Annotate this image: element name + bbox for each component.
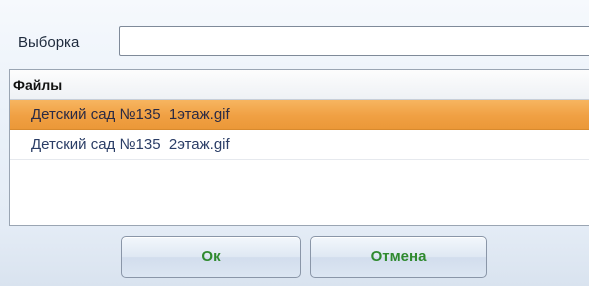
files-header: Файлы <box>10 70 589 100</box>
cancel-button[interactable]: Отмена <box>310 236 487 278</box>
file-selection-dialog: Выборка Файлы Детский сад №135 1этаж.gif… <box>0 0 589 286</box>
filter-input[interactable] <box>119 26 589 56</box>
filter-label: Выборка <box>18 34 80 51</box>
ok-button[interactable]: Ок <box>121 236 301 278</box>
file-row-1[interactable]: Детский сад №135 1этаж.gif <box>10 100 589 130</box>
buttons-bar: Ок Отмена <box>0 226 589 286</box>
files-list: Файлы Детский сад №135 1этаж.gif Детский… <box>9 69 589 226</box>
filter-row: Выборка <box>0 0 589 70</box>
file-row-2[interactable]: Детский сад №135 2этаж.gif <box>10 130 589 160</box>
